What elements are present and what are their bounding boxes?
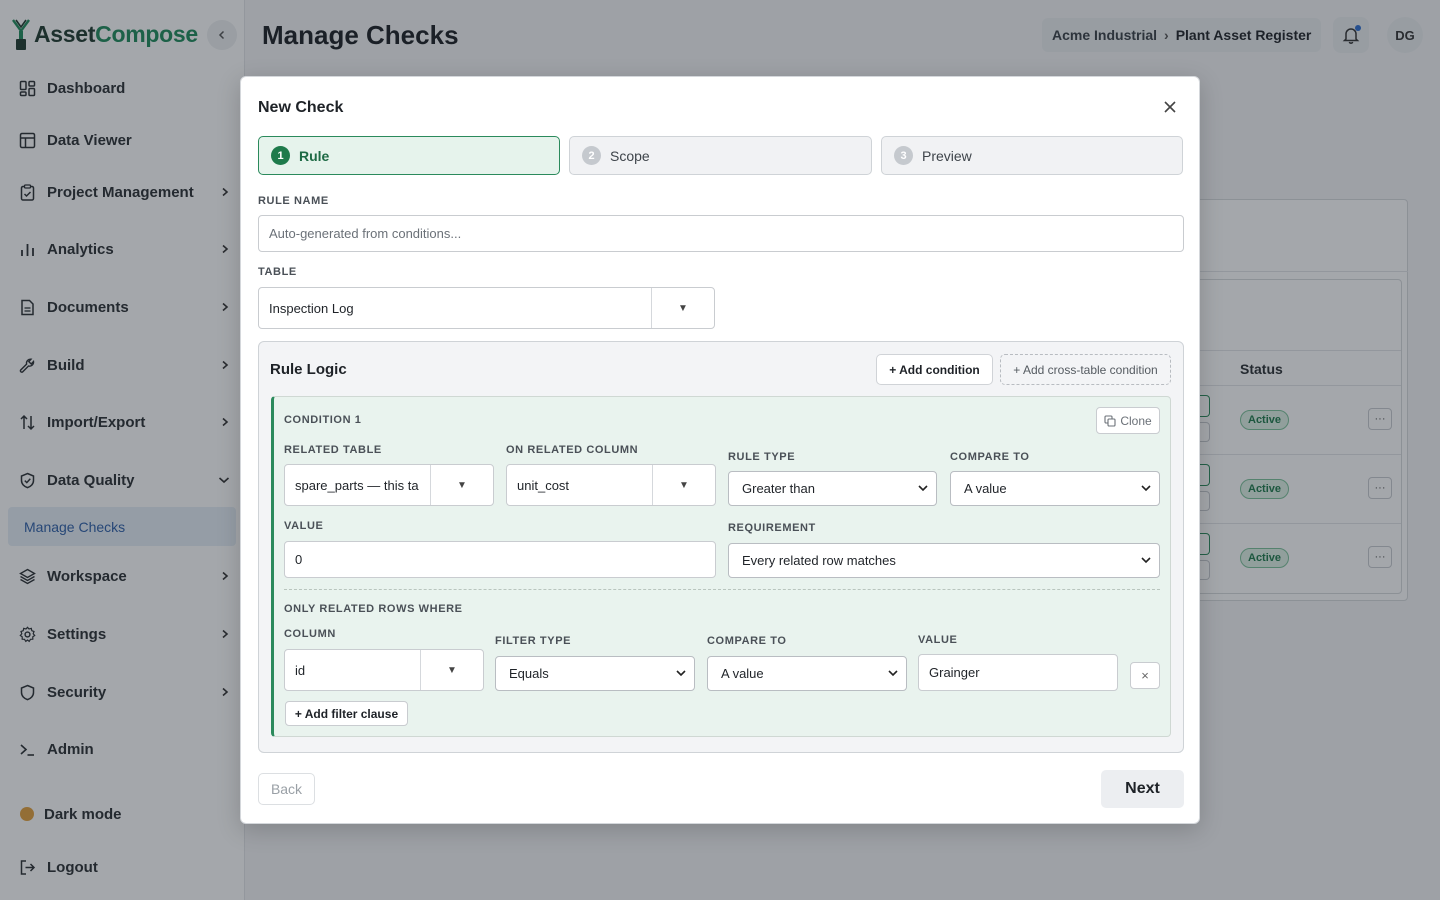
related-column-select[interactable]: unit_cost ▼ — [506, 464, 716, 506]
filter-value-label: VALUE — [918, 634, 958, 646]
value-label: VALUE — [284, 520, 324, 532]
new-check-dialog: New Check 1 Rule 2 Scope 3 Preview RULE … — [240, 76, 1200, 824]
step-number: 2 — [582, 146, 601, 165]
close-button[interactable] — [1160, 97, 1180, 117]
dialog-title: New Check — [258, 99, 344, 116]
chevron-down-icon — [1141, 557, 1151, 564]
clone-condition-button[interactable]: Clone — [1096, 407, 1160, 434]
filter-column-select[interactable]: id ▼ — [284, 649, 484, 691]
requirement-label: REQUIREMENT — [728, 522, 816, 534]
filter-compare-to-value: A value — [721, 666, 764, 681]
compare-to-value: A value — [964, 481, 1007, 496]
related-column-value: unit_cost — [517, 477, 570, 493]
related-column-label: ON RELATED COLUMN — [506, 444, 639, 456]
filter-type-value: Equals — [509, 666, 549, 681]
triangle-down-icon[interactable]: ▼ — [420, 650, 483, 690]
filter-compare-to-label: COMPARE TO — [707, 635, 787, 647]
table-label: TABLE — [258, 266, 297, 278]
table-select-value: Inspection Log — [269, 300, 354, 316]
chevron-down-icon — [676, 670, 686, 677]
compare-to-select[interactable]: A value — [950, 471, 1160, 506]
condition-title: CONDITION 1 — [284, 414, 362, 426]
requirement-value: Every related row matches — [742, 553, 896, 568]
add-condition-button[interactable]: + Add condition — [876, 354, 993, 385]
requirement-select[interactable]: Every related row matches — [728, 543, 1160, 578]
related-table-label: RELATED TABLE — [284, 444, 382, 456]
add-filter-clause-button[interactable]: + Add filter clause — [285, 701, 408, 726]
step-label: Preview — [922, 147, 972, 164]
rule-type-select[interactable]: Greater than — [728, 471, 937, 506]
rule-type-value: Greater than — [742, 481, 815, 496]
rule-name-input[interactable]: Auto-generated from conditions... — [258, 215, 1184, 252]
step-preview[interactable]: 3 Preview — [881, 136, 1183, 175]
filter-compare-to-select[interactable]: A value — [707, 656, 907, 691]
table-select[interactable]: Inspection Log ▼ — [258, 287, 715, 329]
next-button[interactable]: Next — [1101, 770, 1184, 808]
step-rule[interactable]: 1 Rule — [258, 136, 560, 175]
filter-value-input[interactable]: Grainger — [918, 654, 1118, 691]
rule-name-label: RULE NAME — [258, 195, 329, 207]
chevron-down-icon — [888, 670, 898, 677]
step-label: Rule — [299, 147, 330, 164]
related-table-value: spare_parts — this ta — [295, 477, 419, 493]
triangle-down-icon[interactable]: ▼ — [430, 465, 493, 505]
filter-type-label: FILTER TYPE — [495, 635, 572, 647]
step-label: Scope — [610, 147, 650, 164]
rule-logic-title: Rule Logic — [270, 361, 347, 378]
copy-icon — [1104, 414, 1116, 427]
filter-section-label: ONLY RELATED ROWS WHERE — [284, 603, 463, 615]
triangle-down-icon[interactable]: ▼ — [651, 288, 714, 328]
chevron-down-icon — [1141, 485, 1151, 492]
compare-to-label: COMPARE TO — [950, 451, 1030, 463]
clone-label: Clone — [1120, 413, 1152, 428]
triangle-down-icon[interactable]: ▼ — [652, 465, 715, 505]
rule-type-label: RULE TYPE — [728, 451, 796, 463]
related-table-select[interactable]: spare_parts — this ta ▼ — [284, 464, 494, 506]
remove-filter-button[interactable]: × — [1130, 662, 1160, 689]
step-number: 3 — [894, 146, 913, 165]
add-cross-table-condition-button[interactable]: + Add cross-table condition — [1000, 354, 1171, 385]
filter-column-label: COLUMN — [284, 628, 336, 640]
back-button[interactable]: Back — [258, 773, 315, 805]
divider — [284, 589, 1160, 590]
filter-column-value: id — [295, 662, 306, 678]
close-icon — [1164, 101, 1176, 113]
chevron-down-icon — [918, 485, 928, 492]
value-input[interactable]: 0 — [284, 541, 716, 578]
step-number: 1 — [271, 146, 290, 165]
step-scope[interactable]: 2 Scope — [569, 136, 872, 175]
close-icon: × — [1141, 668, 1149, 683]
filter-type-select[interactable]: Equals — [495, 656, 695, 691]
